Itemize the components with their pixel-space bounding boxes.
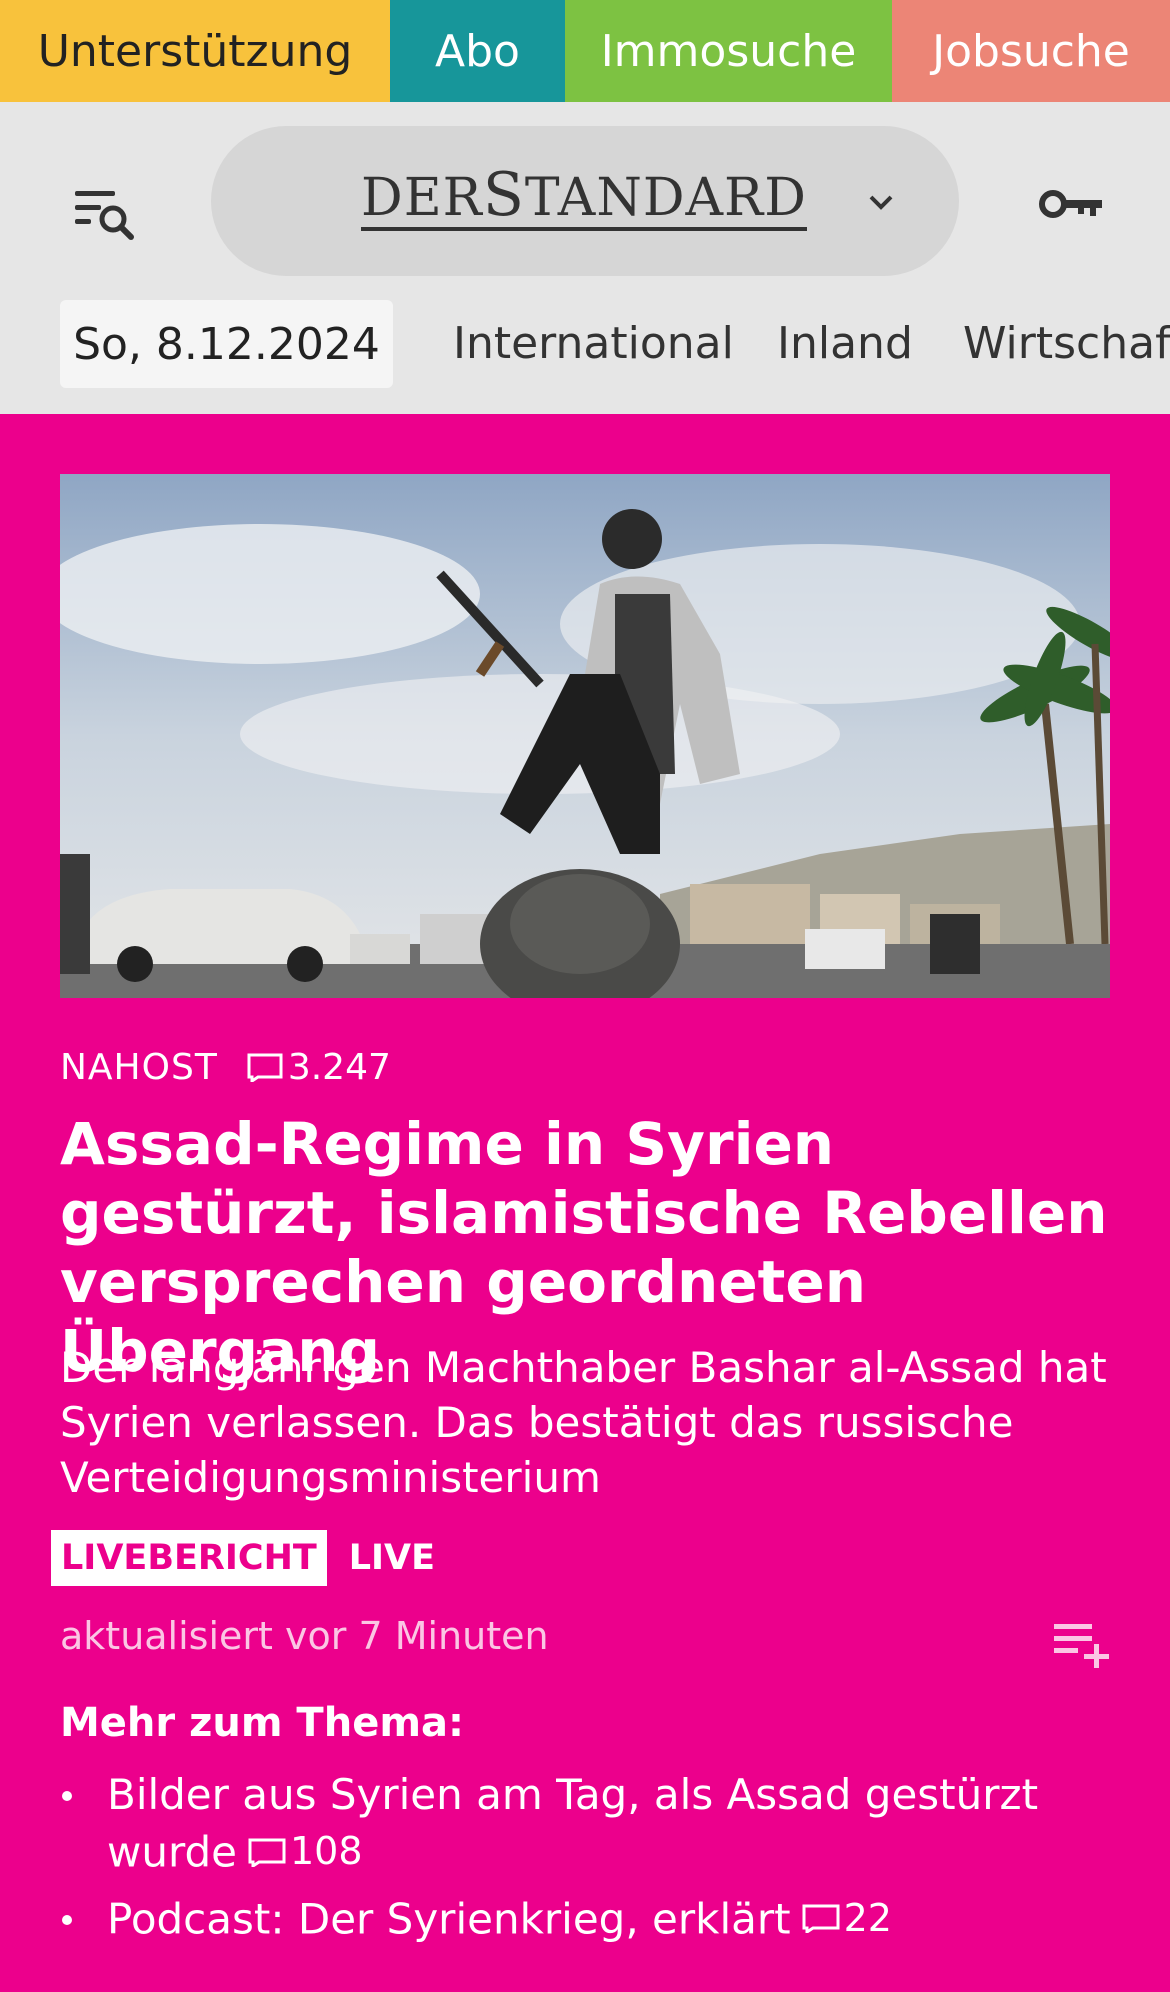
edition-switcher[interactable]: DERSTANDARD (211, 126, 959, 276)
key-icon (1039, 190, 1102, 218)
comment-icon (247, 1053, 283, 1082)
support-link[interactable]: Unterstützung (0, 0, 390, 102)
site-logo[interactable]: DERSTANDARD (361, 165, 807, 231)
livebericht-badge: LIVEBERICHT (51, 1530, 327, 1586)
abo-link[interactable]: Abo (390, 0, 565, 102)
nav-item-inland[interactable]: Inland (777, 312, 913, 376)
related-list: Bilder aus Syrien am Tag, als Assad gest… (60, 1766, 1140, 1956)
related-heading: Mehr zum Thema: (60, 1700, 464, 1746)
live-indicator: LIVEBERICHT LIVE (51, 1530, 435, 1586)
menu-search-button[interactable] (70, 180, 140, 250)
article-meta: NAHOST 3.247 (60, 1042, 391, 1092)
related-item[interactable]: Bilder aus Syrien am Tag, als Assad gest… (60, 1766, 1140, 1881)
nav-item-wirtschaft[interactable]: Wirtschaft (963, 312, 1170, 376)
comment-icon (802, 1904, 840, 1933)
updated-timestamp: aktualisiert vor 7 Minuten (60, 1614, 549, 1658)
comment-icon (248, 1838, 286, 1867)
comment-count[interactable]: 3.247 (246, 1047, 391, 1088)
add-to-reading-list-button[interactable] (1052, 1618, 1112, 1670)
article-teaser[interactable]: Der langjährigen Machthaber Bashar al-As… (60, 1340, 1120, 1505)
top-service-bar: Unterstützung Abo Immosuche Jobsuche (0, 0, 1170, 102)
login-button[interactable] (1034, 174, 1110, 234)
site-header: DERSTANDARD So, 8.12.2024 International … (0, 102, 1170, 414)
section-label[interactable]: NAHOST (60, 1047, 218, 1088)
chevron-down-icon (863, 184, 899, 220)
job-search-link[interactable]: Jobsuche (892, 0, 1170, 102)
related-item[interactable]: Podcast: Der Syrienkrieg, erklärt 22 (60, 1890, 1140, 1948)
comment-count[interactable]: 22 (801, 1890, 892, 1947)
date-display[interactable]: So, 8.12.2024 (60, 300, 393, 388)
nav-item-international[interactable]: International (453, 312, 734, 376)
menu-search-icon (75, 191, 134, 240)
comment-count[interactable]: 108 (247, 1823, 363, 1880)
live-label: LIVE (348, 1538, 436, 1578)
immo-search-link[interactable]: Immosuche (565, 0, 892, 102)
playlist-add-icon (1054, 1624, 1109, 1668)
article-hero-image[interactable] (60, 474, 1110, 998)
